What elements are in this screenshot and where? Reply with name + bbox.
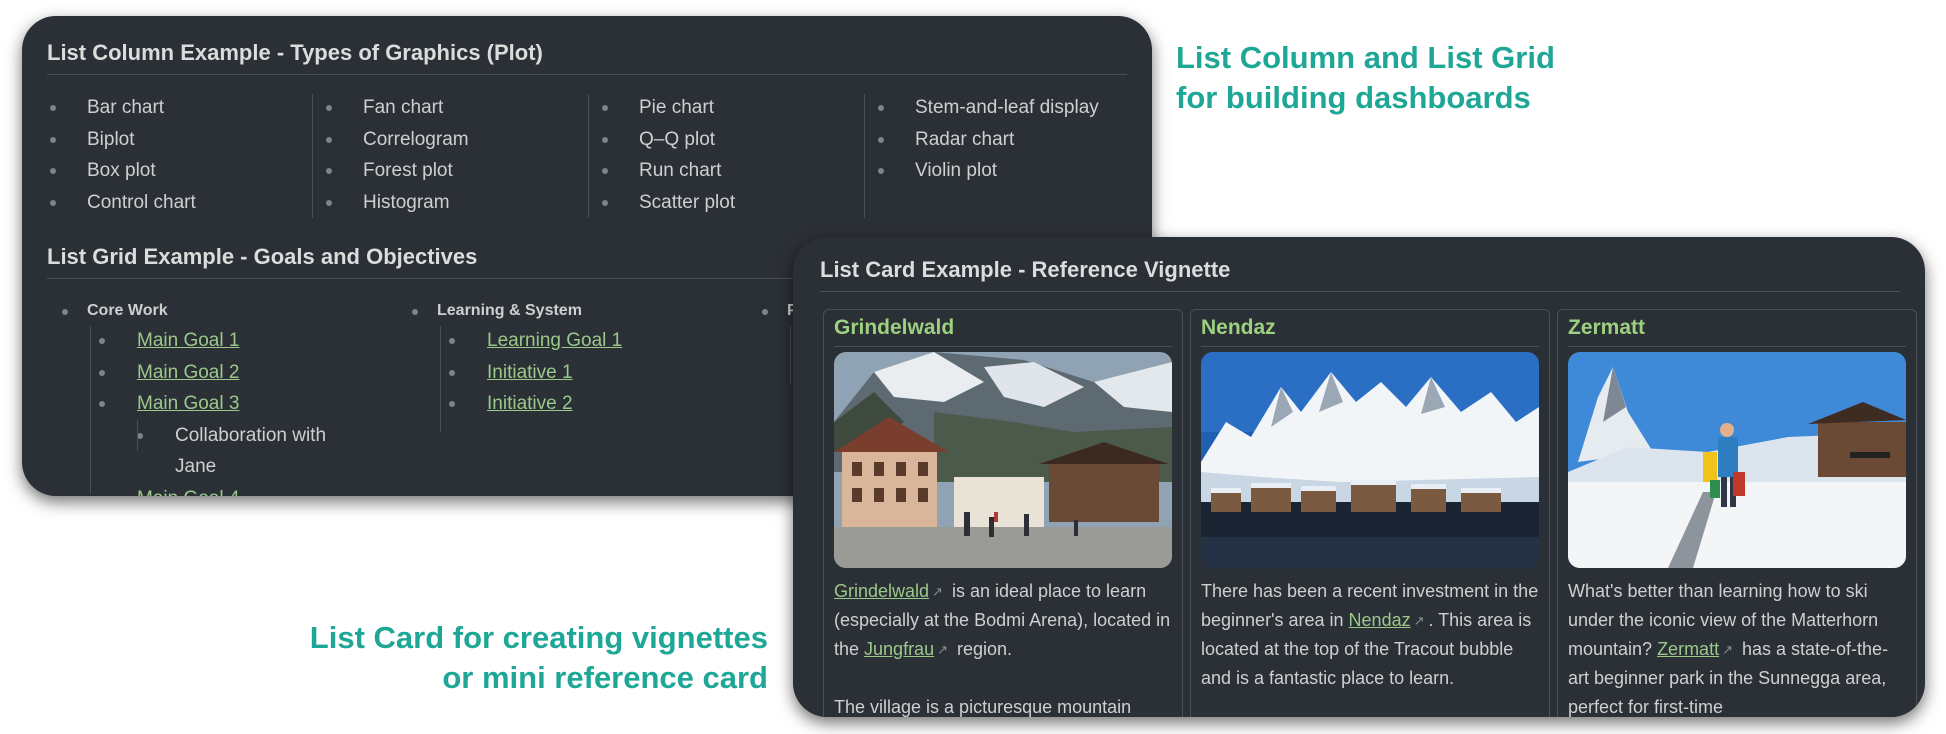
goal-link[interactable]: Main Goal 1 bbox=[99, 325, 362, 357]
column-divider bbox=[312, 94, 313, 218]
list-item: Box plot bbox=[50, 155, 196, 187]
group-guide-line bbox=[790, 326, 791, 384]
list-item: Run chart bbox=[602, 155, 735, 187]
list-item: Control chart bbox=[50, 187, 196, 219]
goal-link[interactable]: Main Goal 4 bbox=[99, 483, 362, 496]
graphics-column-1: Bar chart Biplot Box plot Control chart bbox=[50, 92, 196, 218]
caption-list-card: List Card for creating vignettes or mini… bbox=[310, 618, 768, 698]
list-item: Stem-and-leaf display bbox=[878, 92, 1099, 124]
goal-link[interactable]: Main Goal 2 bbox=[99, 357, 362, 389]
card-title: Grindelwald bbox=[834, 316, 955, 339]
goal-link[interactable]: Main Goal 3 bbox=[99, 388, 362, 420]
card-body: What's better than learning how to ski u… bbox=[1568, 577, 1906, 717]
list-item: Pie chart bbox=[602, 92, 735, 124]
group-guide-line bbox=[440, 326, 441, 432]
jungfrau-link[interactable]: Jungfrau bbox=[864, 639, 934, 659]
nendaz-link[interactable]: Nendaz bbox=[1349, 610, 1411, 630]
caption-line: or mini reference card bbox=[442, 660, 768, 695]
grindelwald-photo bbox=[834, 352, 1172, 568]
graphics-column-4: Stem-and-leaf display Radar chart Violin… bbox=[878, 92, 1099, 187]
external-link-icon: ↗ bbox=[1413, 613, 1425, 628]
list-item: Scatter plot bbox=[602, 187, 735, 219]
caption-line: List Card for creating vignettes bbox=[309, 620, 768, 655]
zermatt-photo bbox=[1568, 352, 1906, 568]
goal-link[interactable]: Learning Goal 1 bbox=[449, 325, 712, 357]
list-item: Violin plot bbox=[878, 155, 1099, 187]
card-text: The village is a picturesque mountain bbox=[834, 697, 1132, 717]
card-body: There has been a recent investment in th… bbox=[1201, 577, 1539, 693]
group-label: Learning & System bbox=[412, 300, 712, 322]
caption-list-column-grid: List Column and List Grid for building d… bbox=[1176, 38, 1555, 118]
list-item: Biplot bbox=[50, 124, 196, 156]
list-card-panel: List Card Example - Reference Vignette G… bbox=[793, 237, 1925, 717]
column-divider bbox=[588, 94, 589, 218]
card-zermatt: Zermatt What's better than learning how … bbox=[1557, 309, 1917, 717]
card-title: Nendaz bbox=[1201, 316, 1276, 339]
external-link-icon: ↗ bbox=[1722, 642, 1733, 657]
nested-item: Collaboration with Jane bbox=[175, 424, 327, 478]
divider bbox=[1201, 346, 1539, 347]
external-link-icon: ↗ bbox=[932, 584, 943, 599]
graphics-column-3: Pie chart Q–Q plot Run chart Scatter plo… bbox=[602, 92, 735, 218]
card-section-title: List Card Example - Reference Vignette bbox=[820, 257, 1231, 282]
card-text: region. bbox=[952, 639, 1013, 659]
list-item: Radar chart bbox=[878, 124, 1099, 156]
goal-group-core-work: Core Work Main Goal 1 Main Goal 2 Main G… bbox=[62, 300, 362, 496]
card-title: Zermatt bbox=[1568, 316, 1646, 339]
goal-group-learning-system: Learning & System Learning Goal 1 Initia… bbox=[412, 300, 712, 432]
list-item: Histogram bbox=[326, 187, 469, 219]
divider bbox=[820, 291, 1900, 292]
card-grindelwald: Grindelwald Grindelwald ↗ is an ideal pl… bbox=[823, 309, 1183, 717]
divider bbox=[1568, 346, 1906, 347]
caption-line: List Column and List Grid bbox=[1176, 40, 1555, 75]
list-item: Fan chart bbox=[326, 92, 469, 124]
column-divider bbox=[864, 94, 865, 218]
grid-section-title: List Grid Example - Goals and Objectives bbox=[47, 244, 478, 269]
list-item: Forest plot bbox=[326, 155, 469, 187]
goal-link[interactable]: Initiative 2 bbox=[449, 388, 712, 420]
divider bbox=[47, 74, 1127, 75]
group-label: Core Work bbox=[62, 300, 362, 322]
list-item: Bar chart bbox=[50, 92, 196, 124]
divider bbox=[834, 346, 1172, 347]
group-guide-line bbox=[90, 326, 91, 494]
card-nendaz: Nendaz There has been a recent investmen… bbox=[1190, 309, 1550, 717]
external-link-icon: ↗ bbox=[937, 642, 948, 657]
column-section-title: List Column Example - Types of Graphics … bbox=[47, 40, 543, 65]
nendaz-photo bbox=[1201, 352, 1539, 568]
nested-list: Collaboration with Jane bbox=[137, 419, 362, 483]
goal-link[interactable]: Initiative 1 bbox=[449, 357, 712, 389]
graphics-column-2: Fan chart Correlogram Forest plot Histog… bbox=[326, 92, 469, 218]
card-body: Grindelwald ↗ is an ideal place to learn … bbox=[834, 577, 1172, 717]
grindelwald-link[interactable]: Grindelwald bbox=[834, 581, 929, 601]
caption-line: for building dashboards bbox=[1176, 80, 1531, 115]
list-item: Q–Q plot bbox=[602, 124, 735, 156]
zermatt-link[interactable]: Zermatt bbox=[1657, 639, 1719, 659]
list-item: Correlogram bbox=[326, 124, 469, 156]
